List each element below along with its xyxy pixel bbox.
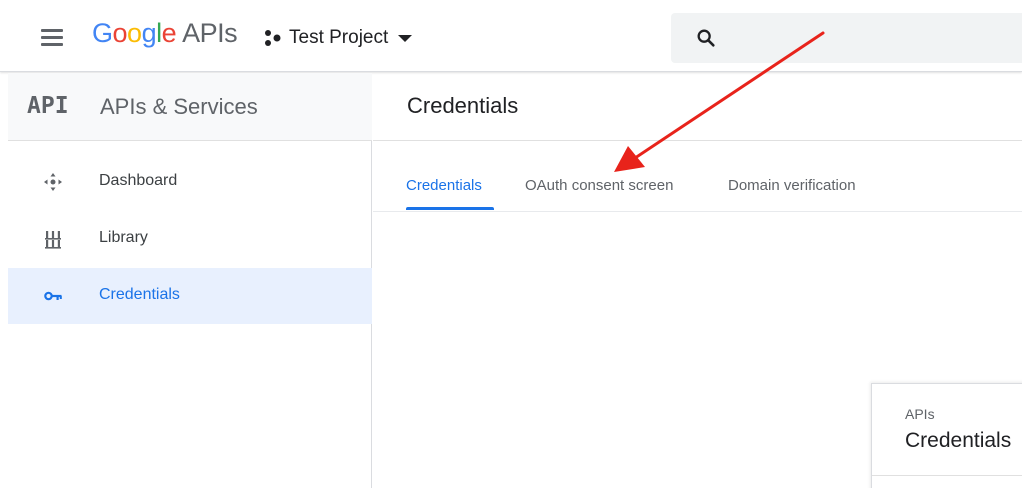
tab-bar: Credentials OAuth consent screen Domain … [373,142,1022,212]
dashboard-icon [44,173,62,191]
brand-letter: o [112,18,128,48]
google-apis-logo[interactable]: Google APIs [92,18,238,52]
sidebar-item-dashboard[interactable]: Dashboard [8,154,372,210]
sidebar: API APIs & Services Dashboard Library Cr… [8,73,372,488]
page-title: Credentials [407,93,519,118]
active-tab-indicator [406,207,494,210]
sidebar-title: APIs & Services [100,94,258,119]
card-kicker: APIs [905,406,935,422]
search-bar[interactable] [671,13,1022,63]
key-icon [44,291,62,301]
tab-domain-verification[interactable]: Domain verification [728,177,856,194]
top-app-bar: Google APIs Test Project [0,0,1022,72]
sidebar-item-label: Dashboard [99,172,178,189]
brand-suffix: APIs [182,18,238,48]
caret-down-icon [398,34,413,42]
api-logo: API [27,93,69,119]
search-icon [697,29,715,47]
brand-letter: G [92,18,113,48]
card-title: Credentials [905,429,1012,452]
hamburger-menu-icon[interactable] [34,22,70,54]
library-icon [45,231,61,249]
sidebar-item-label: Credentials [99,286,180,303]
tab-oauth-consent-screen[interactable]: OAuth consent screen [525,177,673,194]
sidebar-item-library[interactable]: Library [8,211,372,267]
sidebar-item-label: Library [99,229,148,246]
brand-letter: e [161,18,177,48]
project-icon [265,30,281,46]
credentials-card: APIs Credentials [871,383,1022,488]
project-selector[interactable]: Test Project [263,24,413,52]
tab-credentials[interactable]: Credentials [406,177,482,194]
page-header: Credentials [373,73,1022,141]
brand-letter: o [127,18,142,48]
sidebar-header: API APIs & Services [8,73,372,141]
brand-letter: g [141,18,157,48]
search-input[interactable] [731,23,1011,53]
card-divider [872,475,1022,476]
sidebar-item-credentials[interactable]: Credentials [8,268,372,324]
project-name: Test Project [289,27,389,48]
